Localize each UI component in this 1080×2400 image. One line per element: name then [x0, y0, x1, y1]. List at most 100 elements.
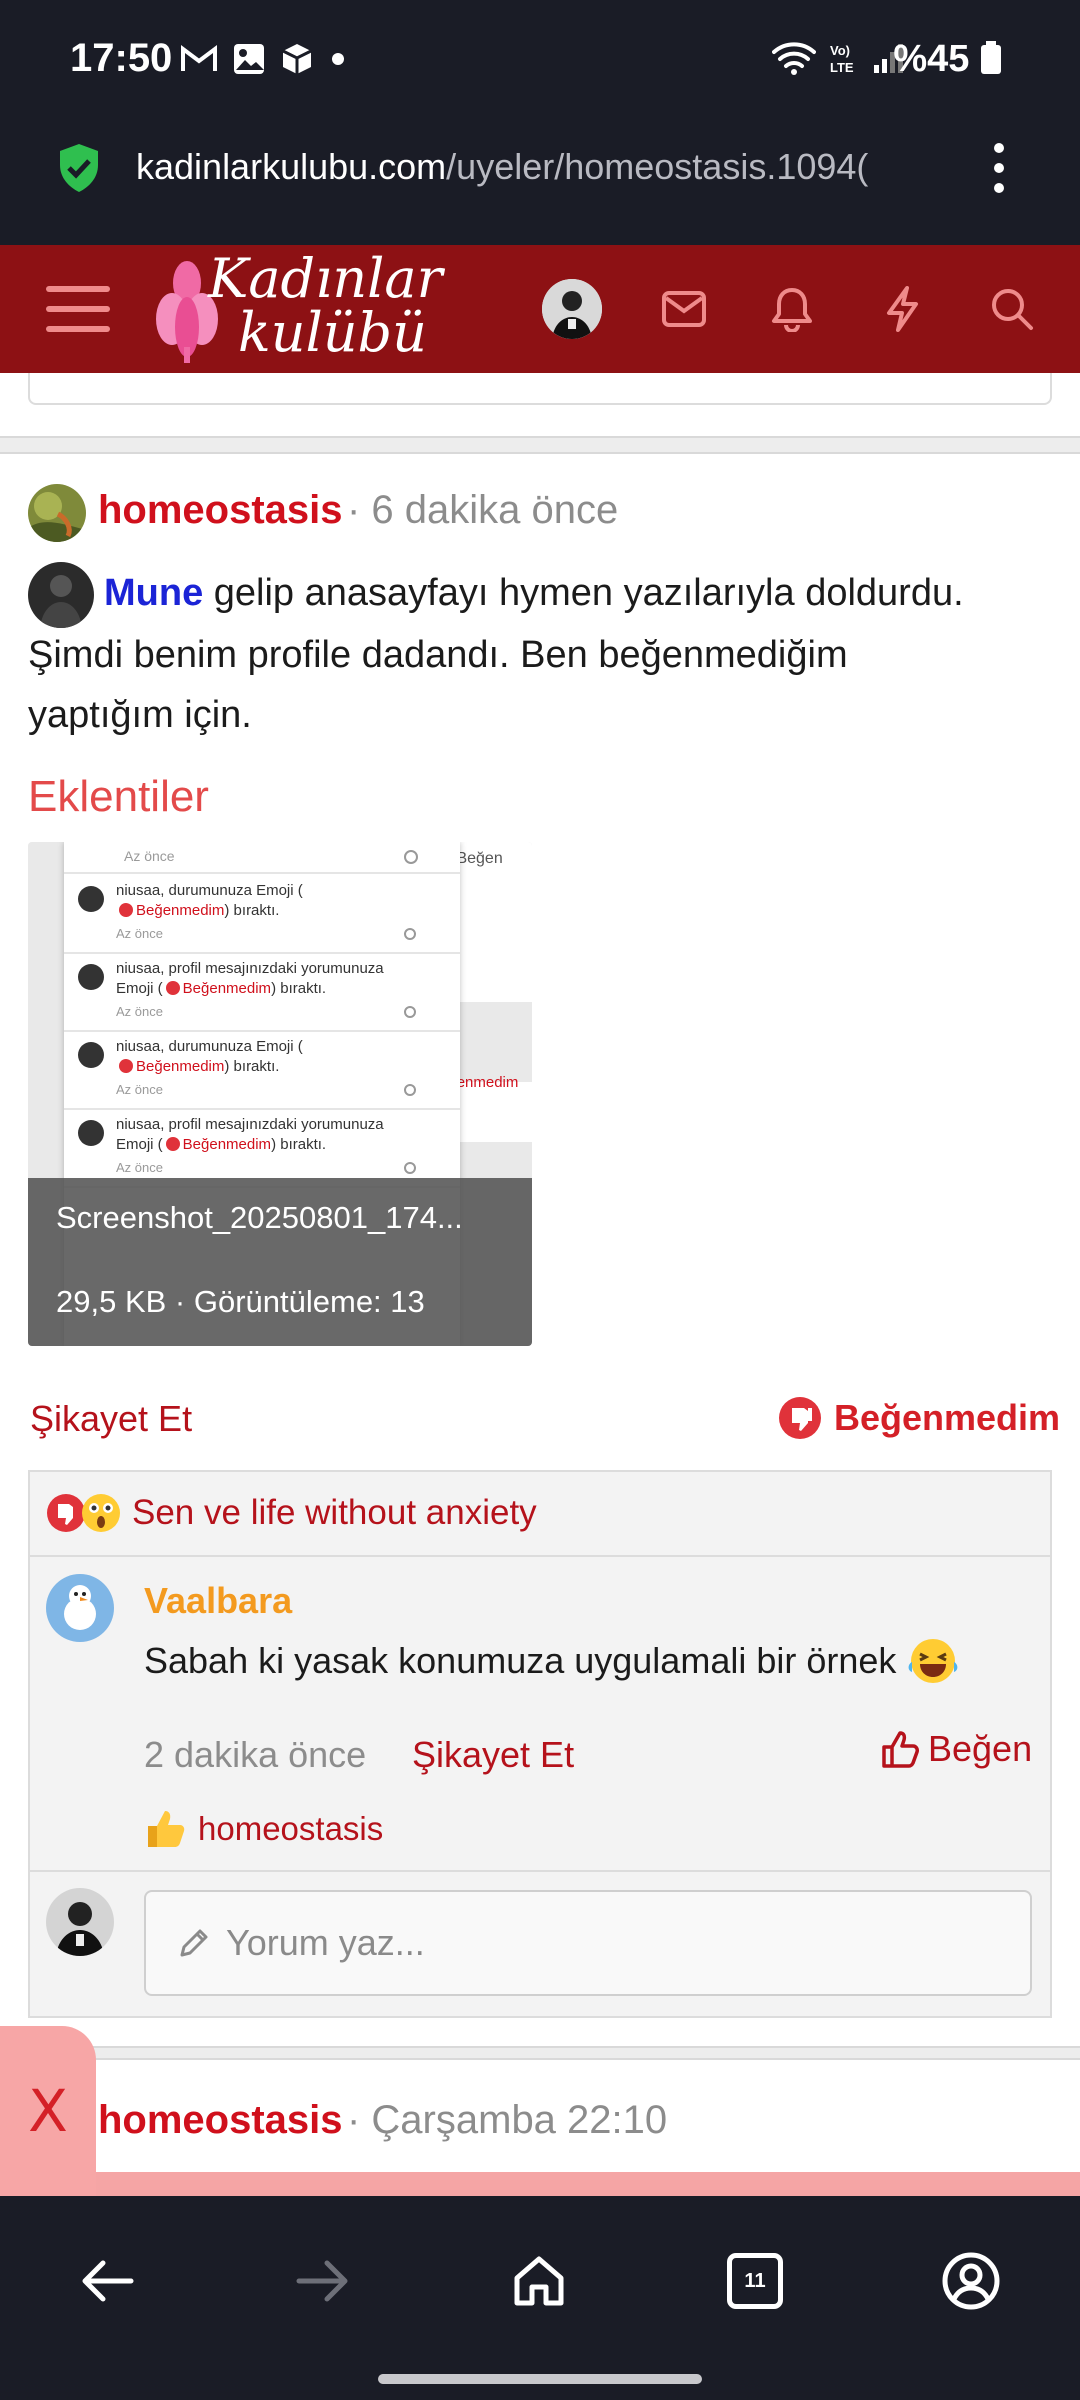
thumb-dislike-icon	[119, 903, 133, 917]
comments-divider-1	[30, 1555, 1050, 1557]
thumb-row-time: Az önce	[116, 1004, 163, 1019]
mention-avatar[interactable]	[28, 562, 94, 628]
close-ad-button[interactable]: X	[0, 2026, 96, 2196]
lightning-icon[interactable]	[862, 245, 942, 373]
svg-text:Vo): Vo)	[830, 43, 850, 58]
section-divider-2	[0, 2046, 1080, 2060]
reactions-summary-text: Sen ve life without anxiety	[132, 1493, 537, 1532]
thumb-row-reaction: Emoji (Beğenmedim) bıraktı.	[116, 980, 327, 997]
thumb-notification-row: niusaa, durumunuza Emoji ( Beğenmedim) bı…	[64, 876, 460, 954]
thumb-notification-row: niusaa, profil mesajınızdaki yorumunuza E…	[64, 1110, 460, 1188]
thumb-read-marker	[404, 928, 416, 940]
attachments-title: Eklentiler	[28, 772, 209, 821]
tabs-button[interactable]: 11	[710, 2236, 800, 2326]
thumb-row-reaction: Beğenmedim) bıraktı.	[116, 1058, 279, 1075]
thumb-dislike-icon	[165, 981, 180, 995]
clock: 17:50	[70, 36, 173, 80]
volte-icon: Vo) LTE	[830, 43, 854, 75]
home-icon[interactable]	[494, 2236, 584, 2326]
dislike-button[interactable]: Beğenmedim	[778, 1396, 1060, 1440]
post-text-part1: gelip anasayfayı hymen yazılarıyla doldu…	[203, 572, 964, 614]
attachment-thumbnail[interactable]: Beğen Beğenmedim Az önce niusaa, durumun…	[28, 842, 532, 1346]
thumb-read-marker	[404, 1006, 416, 1018]
gesture-bar[interactable]	[378, 2374, 702, 2384]
mention-link[interactable]: Mune	[104, 572, 203, 614]
reply-input[interactable]: Yorum yaz...	[144, 1890, 1032, 1996]
shocked-emoji-icon	[82, 1494, 120, 1532]
thumb-avatar	[78, 964, 104, 990]
wifi-icon	[772, 42, 816, 75]
thumb-dislike-icon	[165, 1137, 180, 1151]
next-post-time[interactable]: · Çarşamba 22:10	[347, 2098, 667, 2142]
thumb-read-marker	[404, 1084, 416, 1096]
laughing-emoji-icon	[909, 1639, 958, 1683]
previous-box-edge	[28, 373, 1052, 405]
site-header: Kadınlar kulübü	[0, 245, 1080, 373]
commenter-avatar[interactable]	[46, 1574, 114, 1642]
url-path: /uyeler/homeostasis.1094(	[446, 146, 869, 187]
thumb-avatar	[78, 886, 104, 912]
thumb-top-time: Az önce	[124, 848, 175, 864]
logo-text-line2: kulübü	[238, 301, 427, 364]
comment-like-label: Beğen	[928, 1728, 1033, 1769]
post-text-line3: yaptığım için.	[28, 694, 252, 736]
attachment-filename[interactable]: Screenshot_20250801_174...	[56, 1200, 463, 1236]
comment-text-row: Sabah ki yasak konumuza uygulamali bir ö…	[144, 1636, 960, 1686]
user-avatar[interactable]	[542, 279, 602, 339]
comment-liked-by[interactable]: homeostasis	[144, 1808, 383, 1850]
dot-icon	[332, 53, 344, 65]
thumb-read-marker	[404, 1162, 416, 1174]
report-link[interactable]: Şikayet Et	[30, 1398, 192, 1440]
comment-like-button[interactable]: Beğen	[880, 1728, 1032, 1770]
thumb-avatar	[78, 1120, 104, 1146]
thumb-row-text: niusaa, durumunuza Emoji (	[116, 882, 303, 899]
thumb-row-text: niusaa, profil mesajınızdaki yorumunuza	[116, 1116, 384, 1133]
next-post-author[interactable]: homeostasis	[98, 2098, 343, 2142]
post-time[interactable]: · 6 dakika önce	[347, 488, 618, 532]
thumb-row-text: niusaa, profil mesajınızdaki yorumunuza	[116, 960, 384, 977]
status-bar: 17:50 Vo) LTE %45	[0, 0, 1080, 120]
package-icon	[282, 44, 312, 74]
author-avatar[interactable]	[28, 484, 86, 542]
forward-icon[interactable]	[278, 2236, 368, 2326]
thumb-row-time: Az önce	[116, 926, 163, 941]
next-post-header: homeostasis · Çarşamba 22:10	[98, 2098, 667, 2143]
system-icons: Vo) LTE	[772, 40, 906, 76]
back-icon[interactable]	[62, 2236, 152, 2326]
thumb-avatar	[78, 1042, 104, 1068]
post-header: homeostasis · 6 dakika önce	[98, 488, 618, 533]
site-logo[interactable]: Kadınlar kulübü	[152, 251, 442, 369]
hamburger-menu-icon[interactable]	[38, 245, 118, 373]
search-icon[interactable]	[972, 245, 1052, 373]
battery-icon	[981, 41, 1001, 74]
post-text-line2: Şimdi benim profile dadandı. Ben beğenme…	[28, 634, 848, 676]
mail-icon[interactable]	[644, 245, 724, 373]
gmail-icon	[181, 45, 217, 71]
section-divider	[0, 436, 1080, 454]
thumb-notification-row: niusaa, durumunuza Emoji (Beğenmedim) bı…	[64, 1032, 460, 1110]
thumb-dislike-icon	[119, 1059, 133, 1073]
reply-placeholder: Yorum yaz...	[226, 1922, 425, 1963]
browser-menu-icon[interactable]	[986, 140, 1012, 196]
post-author-link[interactable]: homeostasis	[98, 488, 343, 532]
thumb-row-reaction: Beğenmedim) bıraktı.	[116, 902, 279, 919]
notification-icons	[180, 42, 348, 76]
close-ad-label: X	[28, 2077, 68, 2145]
comment-report-link[interactable]: Şikayet Et	[412, 1734, 574, 1776]
account-icon[interactable]	[926, 2236, 1016, 2326]
liked-by-user: homeostasis	[198, 1810, 384, 1847]
svg-text:LTE: LTE	[830, 60, 854, 75]
thumb-row-reaction: Emoji (Beğenmedim) bıraktı.	[116, 1136, 327, 1153]
thumb-row-time: Az önce	[116, 1082, 163, 1097]
secure-shield-icon[interactable]	[56, 142, 102, 194]
reactions-summary[interactable]: Sen ve life without anxiety	[46, 1492, 537, 1534]
dislike-icon	[779, 1397, 821, 1439]
commenter-name[interactable]: Vaalbara	[144, 1580, 292, 1622]
thumb-notification-row: niusaa, profil mesajınızdaki yorumunuza E…	[64, 954, 460, 1032]
dislike-label: Beğenmedim	[834, 1397, 1061, 1438]
thumb-row-time: Az önce	[116, 1160, 163, 1175]
bell-icon[interactable]	[752, 245, 832, 373]
url-field[interactable]: kadinlarkulubu.com/uyeler/homeostasis.10…	[136, 146, 946, 188]
url-domain: kadinlarkulubu.com	[136, 146, 447, 187]
comment-time[interactable]: 2 dakika önce	[144, 1734, 366, 1776]
